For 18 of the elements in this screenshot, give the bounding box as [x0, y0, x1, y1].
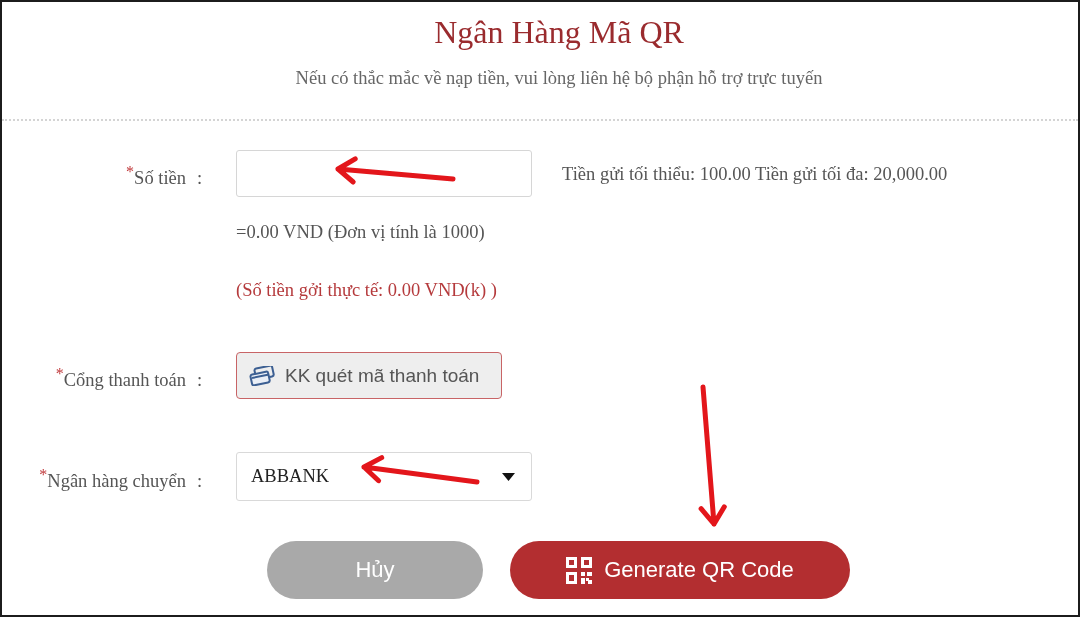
bank-select[interactable]: ABBANK — [236, 452, 532, 501]
generate-qr-button[interactable]: Generate QR Code — [510, 541, 850, 599]
field-label: $^{*}$Cổng thanh toán — [55, 363, 186, 391]
payment-gateway-option[interactable]: KK quét mã thanh toán — [236, 352, 502, 399]
caret-icon — [502, 472, 515, 481]
qr-code-icon — [566, 556, 593, 584]
page-title: Ngân Hàng Mã QR — [434, 14, 684, 50]
support-notice: Nếu có thắc mắc về nạp tiền, vui lòng liên hệ bộ phận hỗ trợ trực tuyến — [295, 67, 823, 89]
deposit-limit-text: Tiền gửi tối thiểu: 100.00 Tiền gửi tối đa: 20,000.00 — [562, 162, 948, 185]
cards-icon — [249, 365, 275, 386]
amount-input[interactable] — [236, 150, 532, 197]
label-separator: : — [196, 469, 203, 492]
actual-amount-text: (Số tiền gởi thực tế: 0.00 VND(k) ) — [236, 280, 497, 300]
conversion-text: =0.00 VND (Đơn vị tính là 1000) — [236, 222, 485, 242]
label-separator: : — [196, 166, 203, 189]
label-separator: : — [196, 368, 203, 391]
field-label: $^{*}$Ngân hàng chuyển — [39, 464, 186, 492]
field-label: $^{*}$Số tiền — [126, 161, 186, 189]
